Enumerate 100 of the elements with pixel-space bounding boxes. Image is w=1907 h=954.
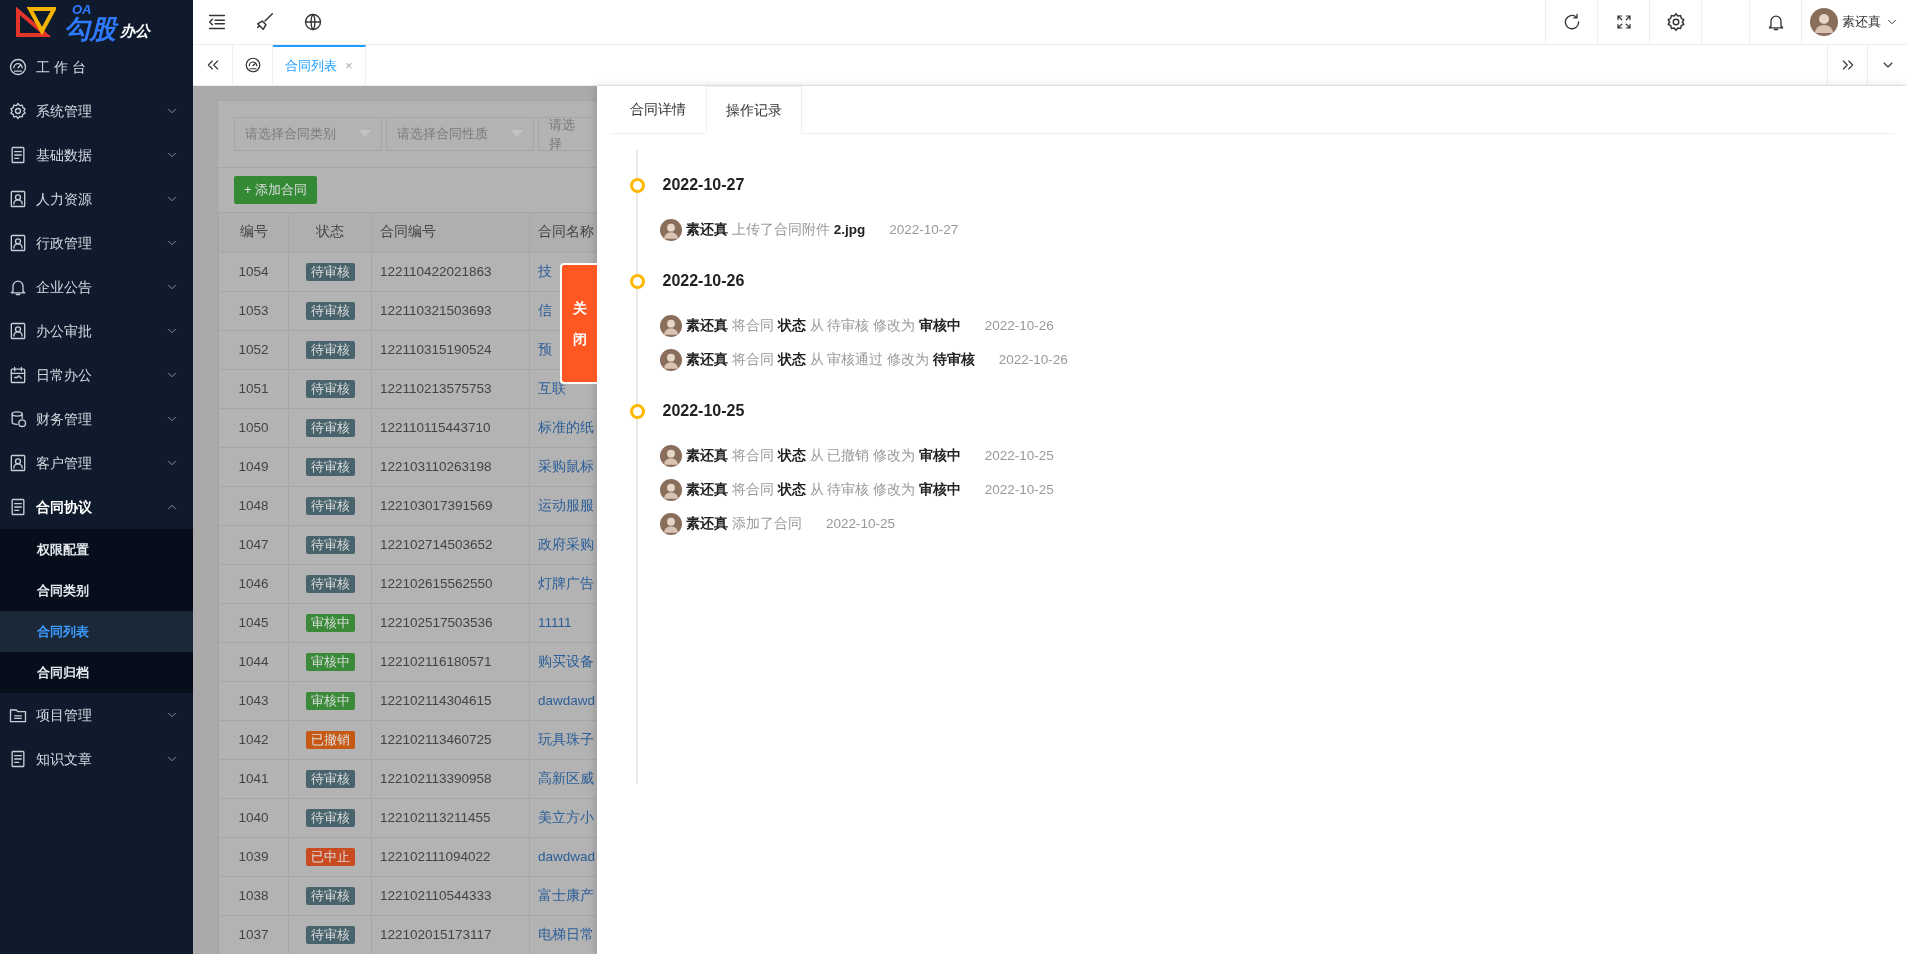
fullscreen-icon[interactable] xyxy=(1614,13,1633,31)
sidebar-item[interactable]: 企业公告 xyxy=(0,265,193,309)
drawer-tab[interactable]: 合同详情 xyxy=(610,85,706,133)
timeline-dot xyxy=(629,403,645,419)
submenu-item[interactable]: 权限配置 xyxy=(0,529,193,570)
timeline-dot xyxy=(629,273,645,289)
avatar xyxy=(660,445,682,467)
log-time: 2022-10-25 xyxy=(984,446,1054,465)
table-cell: 122110315190524 xyxy=(371,330,530,370)
drawer-tab[interactable]: 操作记录 xyxy=(706,86,802,134)
log-time: 2022-10-27 xyxy=(889,220,959,239)
status-tag: 待审核 xyxy=(305,925,355,944)
person-card-icon xyxy=(8,321,28,341)
logo-label: OA xyxy=(72,3,92,16)
contract-link[interactable]: 采购鼠标 xyxy=(538,458,594,474)
log-text: 上传了合同附件 2.jpg xyxy=(732,220,866,239)
table-cell: 122110321503693 xyxy=(371,291,530,331)
log-text: 将合同 状态 从 待审核 修改为 审核中 xyxy=(732,480,961,499)
user-name: 素还真 xyxy=(686,446,728,465)
table-cell: 122110213575753 xyxy=(371,369,530,409)
status-tag: 待审核 xyxy=(305,808,355,827)
sidebar-item[interactable]: 日常办公 xyxy=(0,353,193,397)
contract-link[interactable]: 标准的纸 xyxy=(538,419,594,435)
table-cell: 122102615562550 xyxy=(371,564,530,604)
status-tag: 待审核 xyxy=(305,301,355,320)
sidebar-item[interactable]: 财务管理 xyxy=(0,397,193,441)
contract-link[interactable]: 电梯日常 xyxy=(538,926,594,942)
home-icon[interactable] xyxy=(243,56,262,74)
status-tag: 待审核 xyxy=(305,262,355,281)
table-cell: 1040 xyxy=(218,798,289,838)
table-cell: 1038 xyxy=(218,876,289,916)
avatar xyxy=(1810,8,1838,36)
status-tag: 待审核 xyxy=(305,496,355,515)
log-text: 将合同 状态 从 待审核 修改为 审核中 xyxy=(732,316,961,335)
sidebar-item[interactable]: 行政管理 xyxy=(0,221,193,265)
table-cell: 122110422021863 xyxy=(371,252,530,292)
submenu-item[interactable]: 合同归档 xyxy=(0,652,193,693)
contract-link[interactable]: 政府采购 xyxy=(538,536,594,552)
column-header: 合同编号 xyxy=(371,212,530,253)
contract-link[interactable]: 技 xyxy=(538,263,552,279)
table-cell: 122102517503536 xyxy=(371,603,530,643)
status-tag: 待审核 xyxy=(305,418,355,437)
table-cell: 1047 xyxy=(218,525,289,565)
table-cell: 122102113460725 xyxy=(371,720,530,760)
table-cell: 122102714503652 xyxy=(371,525,530,565)
contract-link[interactable]: 11111 xyxy=(538,614,572,630)
settings-icon[interactable] xyxy=(1664,11,1687,33)
logo-icon xyxy=(16,6,56,39)
table-cell: 1049 xyxy=(218,447,289,487)
sidebar-item[interactable]: 合同协议 xyxy=(0,485,193,529)
contract-link[interactable]: dawdwad xyxy=(538,848,596,864)
table-cell: 122110115443710 xyxy=(371,408,530,448)
user-name: 素还真 xyxy=(686,220,728,239)
table-cell: 1050 xyxy=(218,408,289,448)
globe-icon[interactable] xyxy=(303,12,323,32)
close-tab[interactable]: 关闭 xyxy=(560,263,597,384)
contract-link[interactable]: 美立方小 xyxy=(538,809,594,825)
contract-link[interactable]: 预 xyxy=(538,341,552,357)
sidebar-item[interactable]: 项目管理 xyxy=(0,693,193,737)
table-cell: 1044 xyxy=(218,642,289,682)
sidebar-item[interactable]: 系统管理 xyxy=(0,89,193,133)
contract-link[interactable]: 高新区威 xyxy=(538,770,594,786)
sidebar-item[interactable]: 客户管理 xyxy=(0,441,193,485)
status-tag: 已撤销 xyxy=(305,730,355,749)
contract-link[interactable]: 富士康产 xyxy=(538,887,594,903)
table-cell: 1054 xyxy=(218,252,289,292)
status-tag: 已中止 xyxy=(305,847,355,866)
sidebar-item[interactable]: 人力资源 xyxy=(0,177,193,221)
submenu-item[interactable]: 合同类别 xyxy=(0,570,193,611)
submenu-item[interactable]: 合同列表 xyxy=(0,611,193,652)
sidebar-item[interactable]: 工 作 台 xyxy=(0,45,193,89)
close-icon[interactable]: × xyxy=(345,56,353,76)
user-menu[interactable]: 素还真 xyxy=(1801,0,1907,45)
log-time: 2022-10-26 xyxy=(984,316,1054,335)
avatar xyxy=(660,513,682,535)
status-tag: 审核中 xyxy=(305,691,355,710)
status-tag: 待审核 xyxy=(305,769,355,788)
status-tag: 待审核 xyxy=(305,574,355,593)
status-tag: 审核中 xyxy=(305,613,355,632)
table-cell: 1039 xyxy=(218,837,289,877)
contract-link[interactable]: 运动服服 xyxy=(538,497,594,513)
user-name: 素还真 xyxy=(686,350,728,369)
contract-link[interactable]: 购买设备 xyxy=(538,653,594,669)
table-cell: 1051 xyxy=(218,369,289,409)
timeline-dot xyxy=(629,177,645,193)
contract-link[interactable]: 信 xyxy=(538,302,552,318)
log-time: 2022-10-25 xyxy=(984,480,1054,499)
add-contract-button[interactable]: + 添加合同 xyxy=(234,176,318,204)
sidebar-item[interactable]: 基础数据 xyxy=(0,133,193,177)
sidebar-item[interactable]: 知识文章 xyxy=(0,737,193,781)
table-cell: 122102116180571 xyxy=(371,642,530,682)
sidebar-item[interactable]: 办公审批 xyxy=(0,309,193,353)
contract-link[interactable]: 灯牌广告 xyxy=(538,575,594,591)
contract-link[interactable]: dawdawd xyxy=(538,692,596,708)
brush-icon[interactable] xyxy=(254,11,276,33)
contract-link[interactable]: 玩具珠子 xyxy=(538,731,594,747)
table-cell: 1042 xyxy=(218,720,289,760)
status-tag: 审核中 xyxy=(305,652,355,671)
status-tag: 待审核 xyxy=(305,340,355,359)
log-text: 添加了合同 xyxy=(732,514,802,533)
